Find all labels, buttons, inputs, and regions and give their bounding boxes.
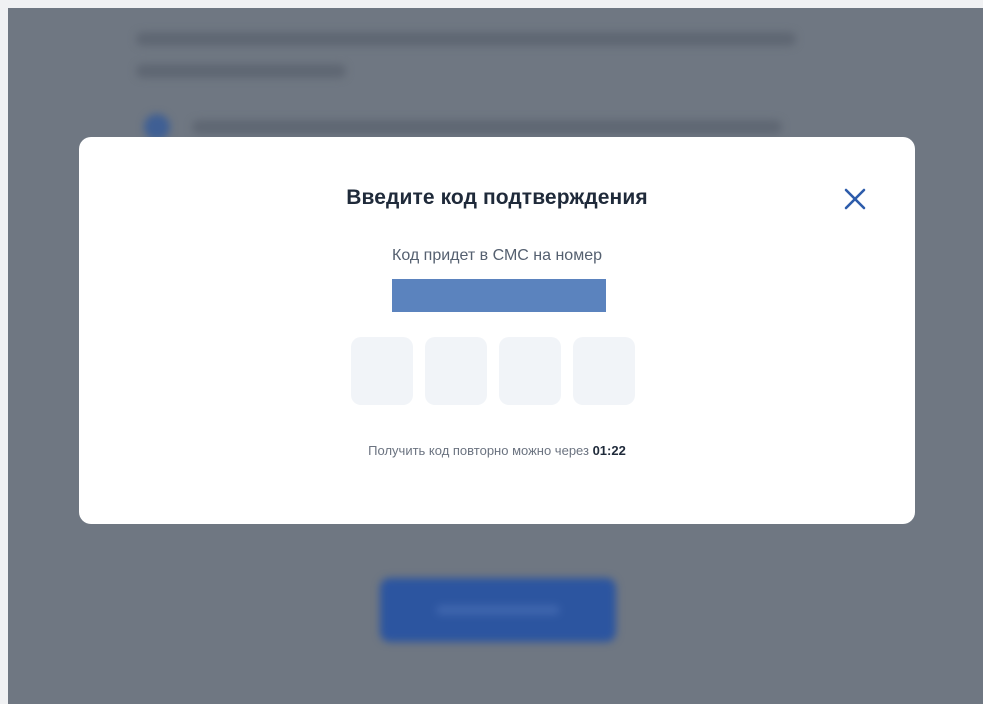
modal-title: Введите код подтверждения bbox=[346, 186, 648, 209]
close-icon bbox=[844, 188, 866, 210]
background-text-line bbox=[136, 32, 796, 46]
app-window: Введите код подтверждения Код придет в С… bbox=[8, 8, 983, 704]
resend-label: Получить код повторно можно через bbox=[368, 443, 589, 458]
code-digit-input-2[interactable] bbox=[425, 337, 487, 405]
code-digit-input-4[interactable] bbox=[573, 337, 635, 405]
resend-timer: 01:22 bbox=[592, 443, 626, 458]
masked-phone-number bbox=[392, 279, 606, 312]
resend-info: Получить код повторно можно через 01:22 bbox=[79, 443, 915, 458]
code-input-group bbox=[351, 337, 635, 405]
close-button[interactable] bbox=[837, 181, 873, 217]
background-text-line bbox=[136, 64, 346, 78]
code-digit-input-1[interactable] bbox=[351, 337, 413, 405]
modal-subtitle: Код придет в СМС на номер bbox=[392, 247, 602, 264]
confirmation-code-modal: Введите код подтверждения Код придет в С… bbox=[79, 137, 915, 524]
background-text-line bbox=[192, 120, 782, 134]
code-digit-input-3[interactable] bbox=[499, 337, 561, 405]
background-submit-label bbox=[436, 605, 560, 615]
